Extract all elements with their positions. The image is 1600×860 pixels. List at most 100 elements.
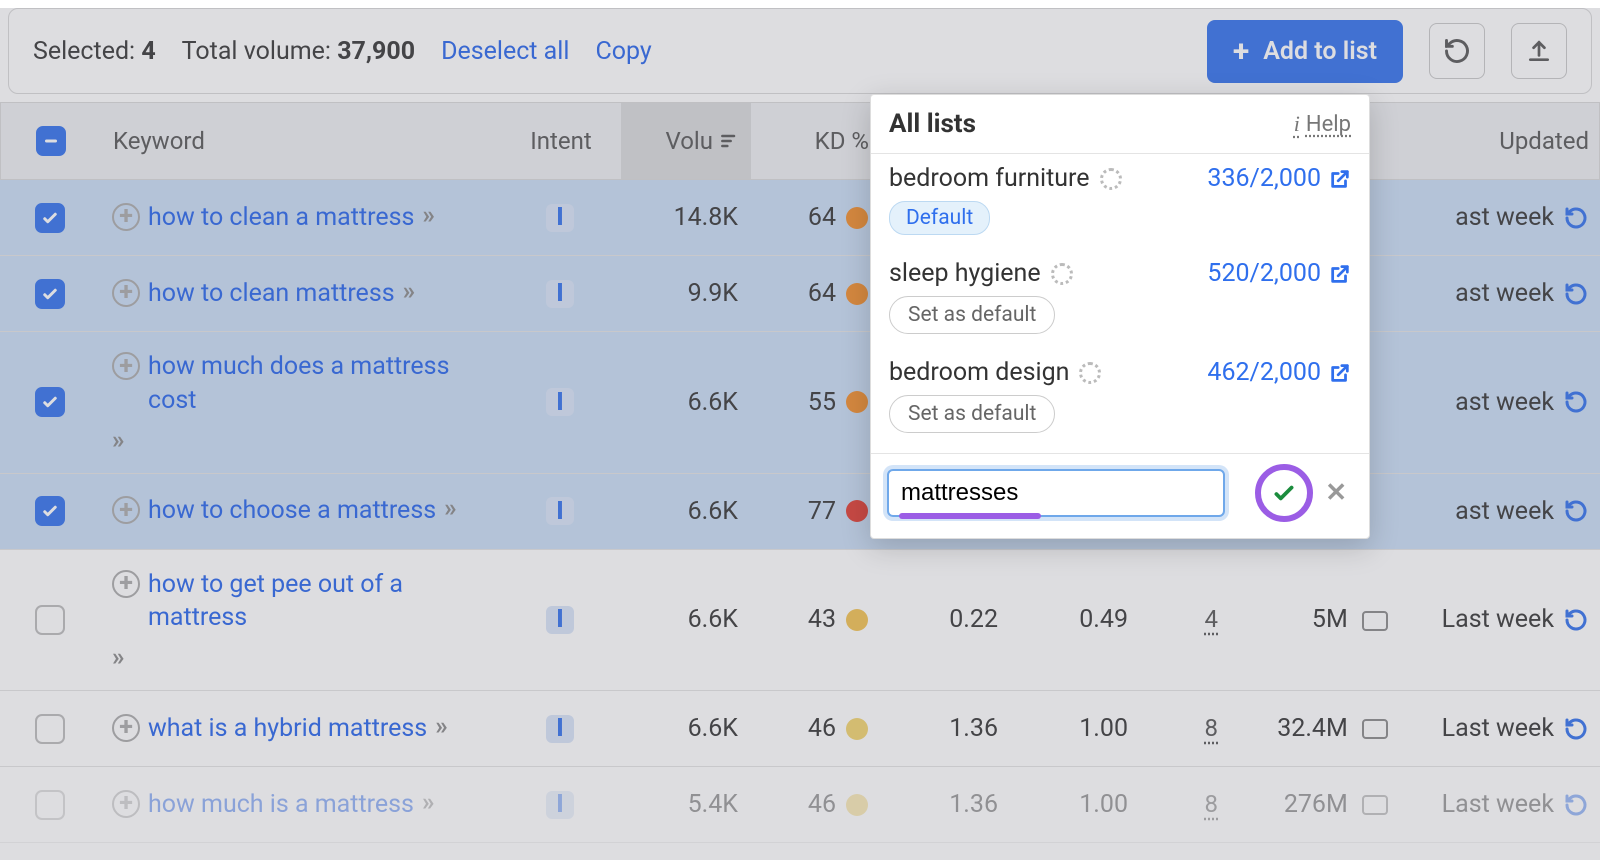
- chevron-right-icon: »: [444, 494, 455, 523]
- total-volume-label: Total volume: 37,900: [182, 37, 415, 66]
- row-checkbox[interactable]: [35, 790, 65, 820]
- selected-count-label: Selected: 4: [33, 37, 156, 66]
- keyword-cell[interactable]: +how much is a mattress »: [100, 788, 500, 822]
- chevron-right-icon: »: [422, 788, 433, 817]
- list-name: bedroom furniture: [889, 164, 1122, 193]
- kd-cell: 43: [750, 605, 880, 634]
- sf-count[interactable]: 8: [1205, 714, 1219, 742]
- intent-badge: I: [546, 204, 574, 232]
- keyword-link: how to clean mattress: [148, 277, 395, 311]
- cpc-cell: 0.22: [880, 605, 1010, 634]
- confirm-create-list-button[interactable]: [1255, 464, 1313, 522]
- refresh-icon[interactable]: [1564, 608, 1588, 632]
- list-item[interactable]: bedroom furniture336/2,000Default: [871, 154, 1369, 249]
- plus-icon: +: [1233, 34, 1249, 69]
- external-link-icon: [1329, 263, 1351, 285]
- com-cell: 0.49: [1010, 605, 1140, 634]
- cpc-cell: 1.36: [880, 714, 1010, 743]
- volume-cell: 6.6K: [620, 388, 750, 417]
- external-link-icon: [1329, 362, 1351, 384]
- row-checkbox[interactable]: [35, 496, 65, 526]
- check-icon: [1271, 480, 1297, 506]
- export-button[interactable]: [1511, 23, 1567, 79]
- refresh-icon: [1443, 37, 1471, 65]
- expand-icon[interactable]: +: [112, 279, 140, 307]
- deselect-all-link[interactable]: Deselect all: [441, 37, 569, 66]
- sort-desc-icon: [719, 131, 739, 151]
- serp-snapshot-icon[interactable]: [1362, 719, 1388, 739]
- keyword-cell[interactable]: +how to clean mattress »: [100, 277, 500, 311]
- list-count-link[interactable]: 462/2,000: [1207, 358, 1351, 387]
- expand-icon[interactable]: +: [112, 790, 140, 818]
- keyword-link: how to choose a mattress: [148, 494, 436, 528]
- row-checkbox[interactable]: [35, 203, 65, 233]
- serp-snapshot-icon[interactable]: [1362, 795, 1388, 815]
- row-checkbox[interactable]: [35, 387, 65, 417]
- table-row: +how much is a mattress »I5.4K461.361.00…: [0, 767, 1600, 843]
- column-volume[interactable]: Volu: [621, 103, 751, 179]
- volume-cell: 6.6K: [620, 605, 750, 634]
- list-count-link[interactable]: 520/2,000: [1207, 259, 1351, 288]
- keyword-cell[interactable]: + how to clean a mattress »: [100, 201, 500, 235]
- refresh-icon[interactable]: [1564, 793, 1588, 817]
- expand-icon[interactable]: +: [112, 352, 140, 380]
- keyword-link: how to clean a mattress: [148, 201, 414, 235]
- keyword-cell[interactable]: +how much does a mattress cost »: [100, 350, 500, 455]
- list-item[interactable]: bedroom design462/2,000Set as default: [871, 348, 1369, 447]
- sf-count[interactable]: 4: [1205, 605, 1219, 633]
- kd-difficulty-dot: [846, 207, 868, 229]
- chevron-right-icon: »: [422, 201, 433, 230]
- refresh-button[interactable]: [1429, 23, 1485, 79]
- volume-cell: 14.8K: [620, 203, 750, 232]
- refresh-icon[interactable]: [1564, 282, 1588, 306]
- sf-count[interactable]: 8: [1205, 790, 1219, 818]
- expand-icon[interactable]: +: [112, 570, 140, 598]
- refresh-icon[interactable]: [1564, 717, 1588, 741]
- updated-cell: ast week: [1400, 203, 1600, 232]
- help-link[interactable]: i Help: [1294, 111, 1351, 137]
- new-list-name-input[interactable]: [887, 469, 1225, 517]
- serp-snapshot-icon[interactable]: [1362, 611, 1388, 631]
- row-checkbox[interactable]: [35, 605, 65, 635]
- copy-link[interactable]: Copy: [595, 37, 651, 66]
- results-cell: 276M: [1230, 790, 1400, 819]
- select-all-checkbox[interactable]: [36, 126, 66, 156]
- add-to-list-button[interactable]: + Add to list: [1207, 20, 1403, 83]
- kd-cell: 64: [750, 203, 880, 232]
- intent-badge: I: [546, 606, 574, 634]
- close-icon: ✕: [1325, 478, 1347, 508]
- keyword-cell[interactable]: +what is a hybrid mattress »: [100, 712, 500, 746]
- table-row: +how to get pee out of a mattress » I 6.6K…: [0, 550, 1600, 692]
- column-keyword[interactable]: Keyword: [101, 127, 501, 155]
- kd-difficulty-dot: [846, 500, 868, 522]
- updated-cell: ast week: [1400, 279, 1600, 308]
- set-default-button[interactable]: Set as default: [889, 296, 1055, 334]
- cpc-cell: 1.36: [880, 790, 1010, 819]
- list-status-icon: [1079, 362, 1101, 384]
- updated-cell: ast week: [1400, 497, 1600, 526]
- list-item[interactable]: sleep hygiene520/2,000Set as default: [871, 249, 1369, 348]
- keyword-cell[interactable]: +how to get pee out of a mattress »: [100, 568, 500, 673]
- kd-difficulty-dot: [846, 283, 868, 305]
- keyword-cell[interactable]: + how to choose a mattress »: [100, 494, 500, 528]
- list-status-icon: [1051, 263, 1073, 285]
- volume-cell: 5.4K: [620, 790, 750, 819]
- chevron-right-icon: »: [112, 426, 123, 455]
- refresh-icon[interactable]: [1564, 390, 1588, 414]
- refresh-icon[interactable]: [1564, 499, 1588, 523]
- cancel-create-list-button[interactable]: ✕: [1319, 478, 1353, 508]
- volume-cell: 6.6K: [620, 714, 750, 743]
- row-checkbox[interactable]: [35, 279, 65, 309]
- refresh-icon[interactable]: [1564, 206, 1588, 230]
- row-checkbox[interactable]: [35, 714, 65, 744]
- add-to-list-popover: All lists i Help bedroom furniture336/2,…: [870, 94, 1370, 539]
- expand-icon[interactable]: +: [112, 203, 140, 231]
- column-updated[interactable]: Updated: [1401, 127, 1600, 155]
- intent-badge: I: [546, 280, 574, 308]
- column-intent[interactable]: Intent: [501, 127, 621, 155]
- expand-icon[interactable]: +: [112, 714, 140, 742]
- list-count-link[interactable]: 336/2,000: [1207, 164, 1351, 193]
- set-default-button[interactable]: Set as default: [889, 395, 1055, 433]
- expand-icon[interactable]: +: [112, 496, 140, 524]
- column-kd[interactable]: KD %: [751, 127, 881, 155]
